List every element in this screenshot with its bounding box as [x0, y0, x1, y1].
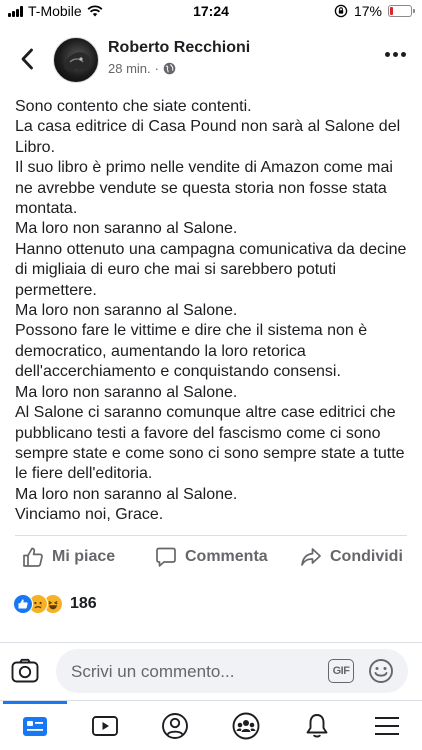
dot-icon — [393, 52, 398, 57]
post-actions: Mi piace Commenta Condividi — [0, 541, 422, 575]
author-name[interactable]: Roberto Recchioni — [108, 39, 250, 57]
avatar-image — [64, 52, 91, 72]
comment-icon — [156, 547, 176, 567]
post-meta: 28 min. · — [108, 61, 176, 76]
nav-news-feed[interactable] — [0, 701, 70, 750]
status-bar: T-Mobile 17:24 17% — [0, 0, 422, 24]
post-time[interactable]: 28 min. — [108, 61, 151, 76]
post-text: Sono contento che siate contenti. La cas… — [15, 97, 410, 526]
reaction-count: 186 — [70, 595, 97, 612]
battery-fill — [390, 7, 394, 15]
like-label: Mi piace — [52, 548, 116, 565]
like-reaction-icon — [13, 594, 33, 614]
post-line: Il suo libro è primo nelle vendite di Am… — [15, 159, 393, 218]
post-line: Ma loro non saranno al Salone. — [15, 302, 238, 320]
active-tab-indicator — [3, 701, 67, 704]
share-icon — [301, 548, 321, 566]
back-button[interactable] — [14, 44, 40, 74]
post-line: Vinciamo noi, Grace. — [15, 506, 164, 524]
post-line: Possono fare le vittime e dire che il si… — [15, 322, 368, 381]
like-button[interactable]: Mi piace — [22, 546, 115, 568]
comment-placeholder: Scrivi un commento... — [71, 662, 235, 681]
smiley-icon — [369, 659, 393, 683]
more-options-button[interactable] — [385, 52, 406, 57]
post-header: Roberto Recchioni 28 min. · — [0, 30, 422, 92]
post-line: Ma loro non saranno al Salone. — [15, 383, 238, 401]
menu-icon — [375, 717, 399, 735]
battery-percent: 17% — [353, 3, 382, 19]
status-right: 17% — [334, 3, 415, 19]
comment-input[interactable]: Scrivi un commento... GIF — [56, 649, 408, 693]
post-line: Ma loro non saranno al Salone. — [15, 220, 238, 238]
nav-menu[interactable] — [352, 701, 422, 750]
dot-icon — [385, 52, 390, 57]
camera-icon — [11, 658, 39, 683]
nav-groups[interactable] — [211, 701, 281, 750]
battery-icon — [388, 5, 415, 17]
post-line: Sono contento che siate contenti. — [15, 98, 252, 115]
avatar[interactable] — [53, 37, 99, 83]
dot-icon — [401, 52, 406, 57]
nav-profile[interactable] — [140, 701, 210, 750]
comment-label: Commenta — [185, 548, 268, 565]
reactions-summary[interactable]: 186 — [13, 593, 97, 615]
news-feed-icon — [23, 717, 47, 736]
nav-notifications[interactable] — [282, 701, 352, 750]
emoji-button[interactable] — [368, 658, 394, 684]
watch-icon — [92, 716, 118, 736]
profile-icon — [162, 713, 188, 739]
globe-icon — [163, 62, 176, 75]
share-button[interactable]: Condividi — [300, 546, 403, 568]
orientation-lock-icon — [334, 4, 348, 18]
notifications-icon — [306, 714, 328, 738]
gif-button[interactable]: GIF — [328, 659, 354, 683]
comment-bar: Scrivi un commento... GIF — [0, 642, 422, 698]
chevron-left-icon — [21, 48, 33, 70]
bottom-navigation — [0, 700, 422, 750]
divider — [15, 535, 407, 536]
post-line: Ma loro non saranno al Salone. — [15, 485, 238, 503]
groups-icon — [232, 712, 260, 740]
camera-button[interactable] — [11, 658, 39, 684]
post-line: Hanno ottenuto una campagna comunicativa… — [15, 240, 407, 299]
comment-button[interactable]: Commenta — [155, 546, 268, 568]
thumbs-up-icon — [23, 547, 43, 567]
share-label: Condividi — [330, 548, 403, 565]
nav-watch[interactable] — [70, 701, 140, 750]
meta-separator: · — [154, 61, 159, 76]
post-line: La casa editrice di Casa Pound non sarà … — [15, 118, 401, 156]
post-line: Al Salone ci saranno comunque altre case… — [15, 404, 405, 483]
